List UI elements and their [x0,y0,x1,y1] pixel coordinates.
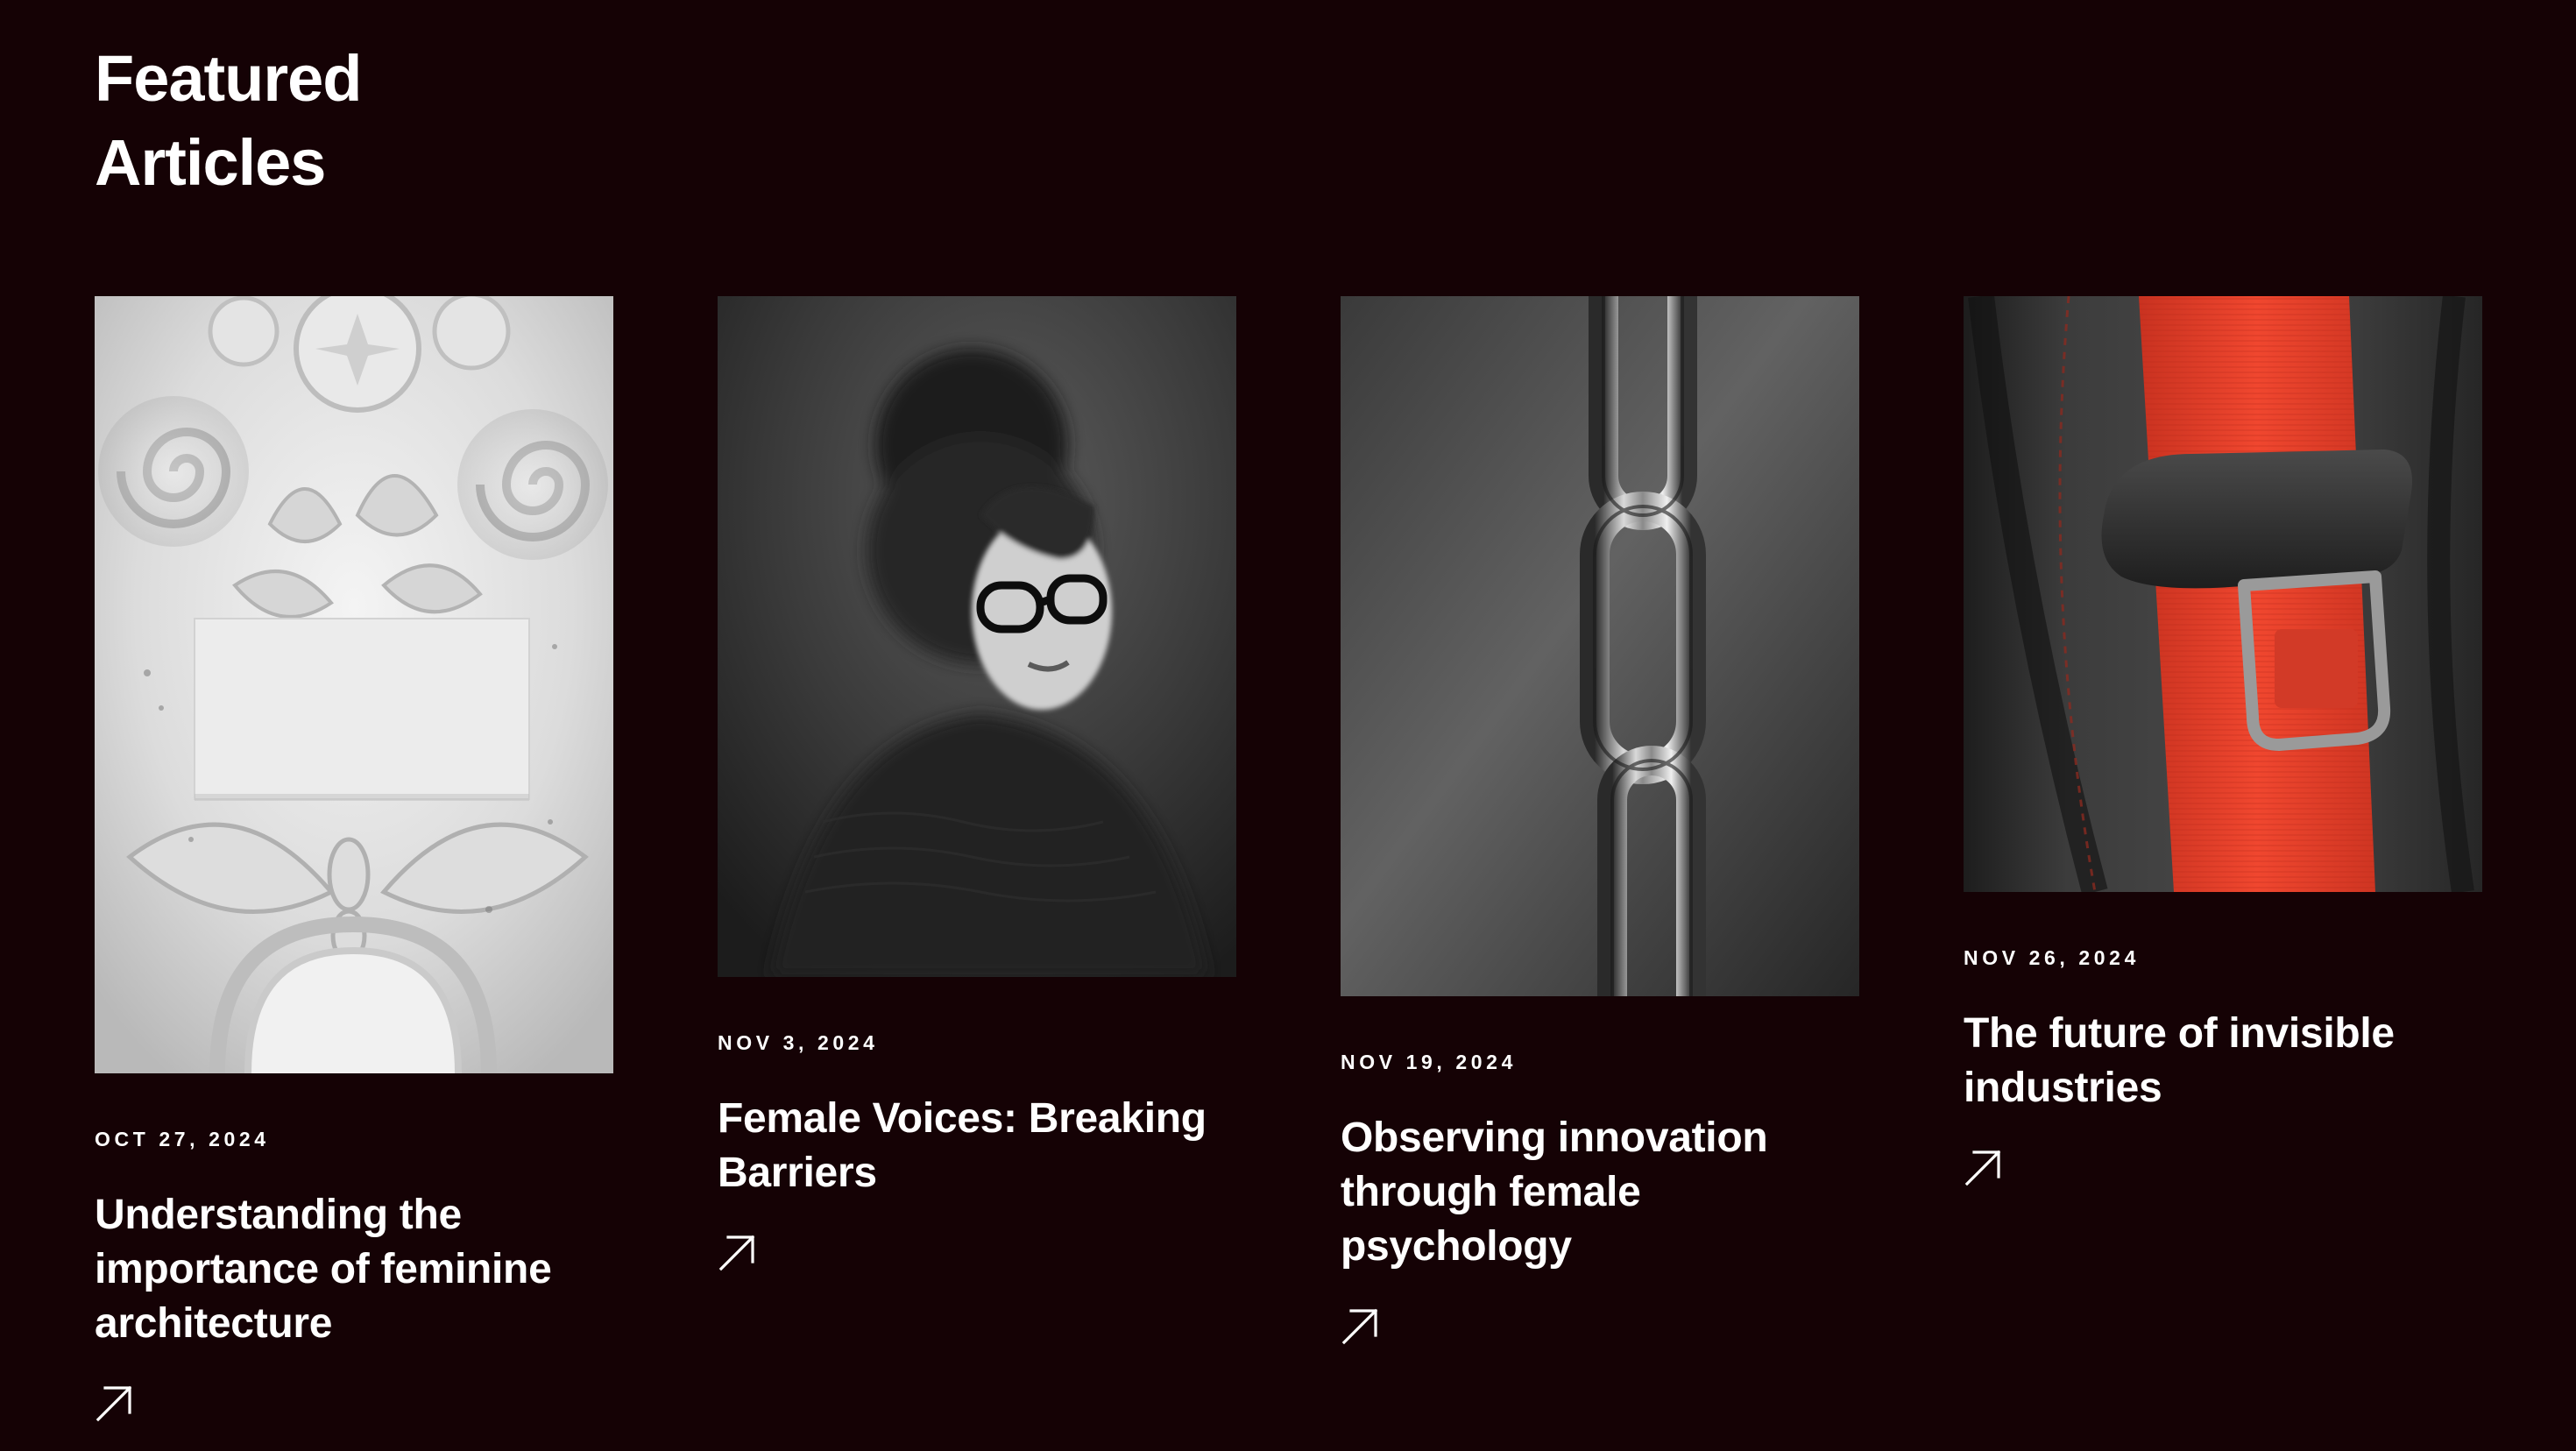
article-date: NOV 19, 2024 [1341,1051,1517,1073]
article-title-line: psychology [1341,1223,1572,1270]
section-title-line: Featured [95,42,363,115]
article-title-line: through female [1341,1169,1641,1215]
article-date: NOV 26, 2024 [1964,946,2140,969]
article-date: NOV 3, 2024 [718,1031,879,1054]
article-title-line: Barriers [718,1150,877,1196]
article-title-line: importance of feminine [95,1246,552,1292]
article-title-line: architecture [95,1300,333,1347]
arrow-up-right-icon[interactable] [1341,1307,1379,1346]
arrow-up-right-icon[interactable] [718,1234,756,1272]
arrow-up-right-icon[interactable] [95,1384,133,1423]
article-title-line: Female Voices: Breaking [718,1095,1207,1142]
article-image-blurred-portrait[interactable] [718,296,1236,977]
article-title[interactable]: Female Voices: Breaking Barriers [718,1092,1236,1200]
article-title[interactable]: Observing innovation through female psyc… [1341,1111,1859,1274]
arrow-up-right-icon[interactable] [1964,1149,2002,1187]
featured-articles-page: Featured Articles OCT 27, 2024 Understan… [0,0,2576,1451]
section-title: Featured Articles [95,37,620,205]
section-title-line: Articles [95,126,326,199]
article-date: OCT 27, 2024 [95,1128,270,1150]
article-card[interactable]: NOV 3, 2024 Female Voices: Breaking Barr… [718,296,1236,1272]
article-title[interactable]: Understanding the importance of feminine… [95,1188,613,1351]
article-title-line: industries [1964,1065,2162,1111]
article-image-seatbelt[interactable] [1964,296,2482,892]
article-title-line: Observing innovation [1341,1115,1768,1161]
article-image-chain[interactable] [1341,296,1859,996]
article-card[interactable]: OCT 27, 2024 Understanding the importanc… [95,296,613,1423]
article-card[interactable]: NOV 26, 2024 The future of invisible ind… [1964,296,2482,1187]
article-title-line: Understanding the [95,1192,462,1238]
article-title-line: The future of invisible [1964,1010,2395,1057]
article-image-plaster-ornament[interactable] [95,296,613,1073]
article-card[interactable]: NOV 19, 2024 Observing innovation throug… [1341,296,1859,1346]
article-title[interactable]: The future of invisible industries [1964,1007,2482,1115]
